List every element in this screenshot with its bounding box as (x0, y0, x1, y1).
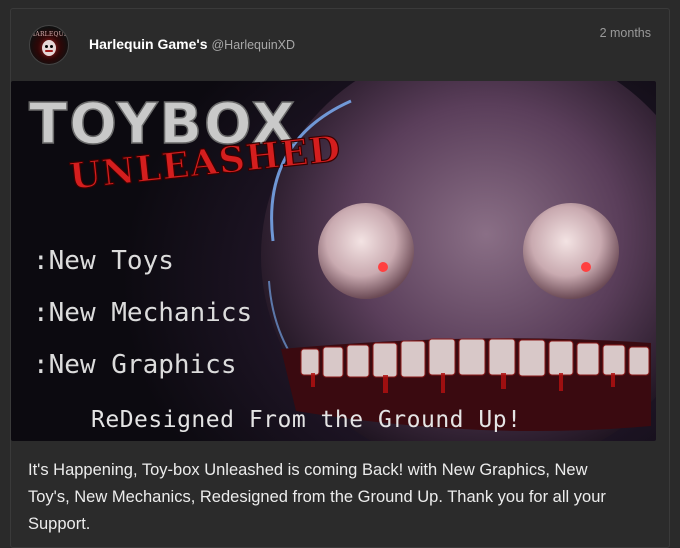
post-caption: It's Happening, Toy-box Unleashed is com… (28, 461, 606, 533)
avatar-logo-text: HARLEQUIN (30, 31, 69, 38)
feature-new-graphics: :New Graphics (33, 350, 237, 380)
monster-left-eye (318, 203, 414, 299)
post-header: HARLEQUIN Harlequin Game's @HarlequinXD 2… (29, 25, 651, 65)
monster-right-eye (523, 203, 619, 299)
post-timestamp[interactable]: 2 months (600, 26, 651, 40)
feature-new-mechanics: :New Mechanics (33, 298, 252, 328)
feature-new-toys: :New Toys (33, 246, 174, 276)
author-name[interactable]: Harlequin Game's @HarlequinXD (89, 36, 295, 52)
author-display-name[interactable]: Harlequin Game's (89, 36, 207, 52)
post-image[interactable]: TOYBOX UNLEASHED :New Toys :New Mechanic… (11, 81, 656, 441)
promo-artwork: TOYBOX UNLEASHED :New Toys :New Mechanic… (28, 81, 656, 441)
author-handle[interactable]: @HarlequinXD (211, 38, 295, 52)
avatar[interactable]: HARLEQUIN (29, 25, 69, 65)
clown-face-icon (42, 40, 56, 56)
post-card: HARLEQUIN Harlequin Game's @HarlequinXD 2… (10, 8, 670, 548)
tagline: ReDesigned From the Ground Up! (91, 407, 521, 433)
